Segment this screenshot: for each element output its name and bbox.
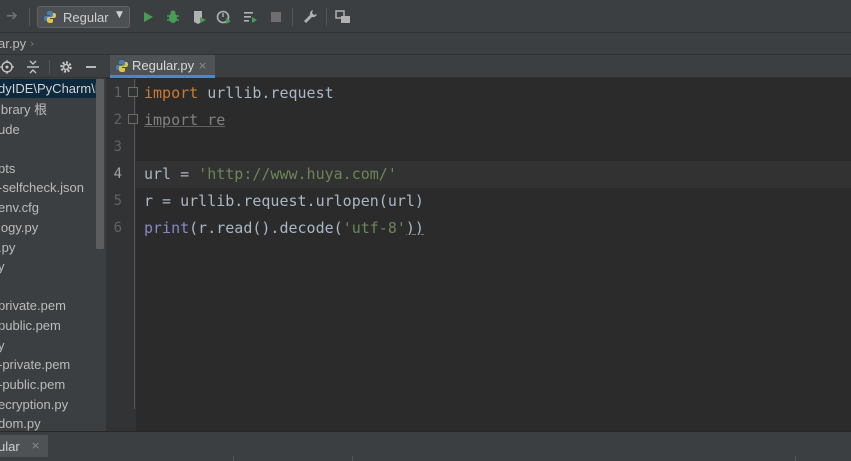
- tree-item[interactable]: ude: [0, 120, 96, 139]
- code-line-5: r = urllib.request.urlopen(url): [144, 192, 424, 210]
- breadcrumb-file[interactable]: ar.py: [0, 36, 26, 51]
- line-number: 3: [113, 139, 122, 155]
- tree-item[interactable]: -selfcheck.json: [0, 178, 96, 197]
- header-separator: [49, 60, 50, 74]
- python-icon: [44, 11, 56, 23]
- run-tool-window-bar: ular ×: [0, 432, 851, 461]
- tree-item[interactable]: dyIDE\PyCharm\Py: [0, 79, 96, 98]
- gear-icon[interactable]: [59, 60, 73, 74]
- tree-item[interactable]: [0, 139, 96, 158]
- concurrency-icon[interactable]: [242, 9, 258, 25]
- run-configuration-dropdown[interactable]: Regular ▼: [37, 6, 130, 28]
- debug-icon[interactable]: [165, 9, 181, 25]
- fold-marker-icon[interactable]: [128, 114, 138, 124]
- stop-icon[interactable]: [268, 9, 284, 25]
- coverage-icon[interactable]: [191, 9, 207, 25]
- editor-tabs: Regular.py ×: [106, 55, 851, 78]
- tree-item[interactable]: [0, 277, 96, 296]
- status-separator: [352, 456, 353, 461]
- main-toolbar: ➔ Regular ▼: [0, 0, 851, 33]
- tree-item[interactable]: ibrary 根: [0, 100, 96, 119]
- target-icon[interactable]: [0, 60, 14, 74]
- tree-item[interactable]: y: [0, 257, 96, 276]
- toolbar-separator: [292, 8, 293, 26]
- chevron-right-icon: ›: [30, 37, 35, 50]
- tab-regular-py[interactable]: Regular.py ×: [110, 55, 215, 78]
- toolbar-separator: [29, 8, 30, 26]
- code-line-6: print(r.read().decode('utf-8')): [144, 219, 424, 237]
- run-icon[interactable]: [140, 9, 156, 25]
- run-tab-label: ular: [0, 439, 20, 454]
- python-file-icon: [116, 60, 128, 72]
- code-editor[interactable]: 1 2 3 4 5 6 import urllib.request import…: [106, 79, 851, 431]
- gutter-divider: [134, 79, 135, 409]
- project-panel-header: [0, 55, 106, 78]
- tree-item[interactable]: -public.pem: [0, 375, 96, 394]
- tree-item[interactable]: y: [0, 336, 96, 355]
- tree-item[interactable]: .py: [0, 238, 96, 257]
- structure-icon[interactable]: [335, 9, 351, 25]
- tree-item[interactable]: pts: [0, 159, 96, 178]
- tree-item[interactable]: env.cfg: [0, 198, 96, 217]
- tree-item[interactable]: dom.py: [0, 414, 96, 431]
- project-scrollbar[interactable]: [96, 79, 104, 249]
- line-number: 4: [113, 166, 122, 182]
- fold-marker-icon[interactable]: [128, 87, 138, 97]
- profile-icon[interactable]: [216, 9, 232, 25]
- run-configuration-label: Regular: [63, 10, 109, 25]
- line-number: 6: [113, 220, 122, 236]
- wrench-icon[interactable]: [302, 9, 318, 25]
- tree-item[interactable]: ecryption.py: [0, 395, 96, 414]
- project-tool-window: dyIDE\PyCharm\Py ibrary 根 ude pts -selfc…: [0, 55, 106, 431]
- line-number: 2: [113, 112, 122, 128]
- status-separator: [795, 456, 796, 461]
- line-number: 5: [113, 193, 122, 209]
- chevron-down-icon: ▼: [116, 10, 123, 20]
- tree-item[interactable]: public.pem: [0, 316, 96, 335]
- code-line-2: import re: [144, 111, 226, 129]
- tree-item[interactable]: -private.pem: [0, 355, 96, 374]
- tree-item[interactable]: private.pem: [0, 296, 96, 315]
- project-tree: dyIDE\PyCharm\Py ibrary 根 ude pts -selfc…: [0, 79, 96, 431]
- tab-label: Regular.py: [132, 58, 195, 73]
- close-icon[interactable]: ×: [198, 59, 207, 72]
- back-arrow-icon[interactable]: ➔: [6, 8, 18, 24]
- collapse-icon[interactable]: [26, 60, 40, 74]
- line-number-gutter: [106, 79, 136, 431]
- tree-item[interactable]: logy.py: [0, 218, 96, 237]
- breadcrumb: ar.py ›: [0, 33, 851, 55]
- close-icon[interactable]: ×: [31, 439, 40, 452]
- line-number: 1: [113, 85, 122, 101]
- toolbar-separator: [326, 8, 327, 26]
- code-line-1: import urllib.request: [144, 84, 334, 102]
- hide-icon[interactable]: [84, 60, 98, 74]
- run-tab[interactable]: ular ×: [0, 435, 48, 457]
- code-line-4: url = 'http://www.huya.com/': [144, 165, 397, 183]
- status-separator: [233, 456, 234, 461]
